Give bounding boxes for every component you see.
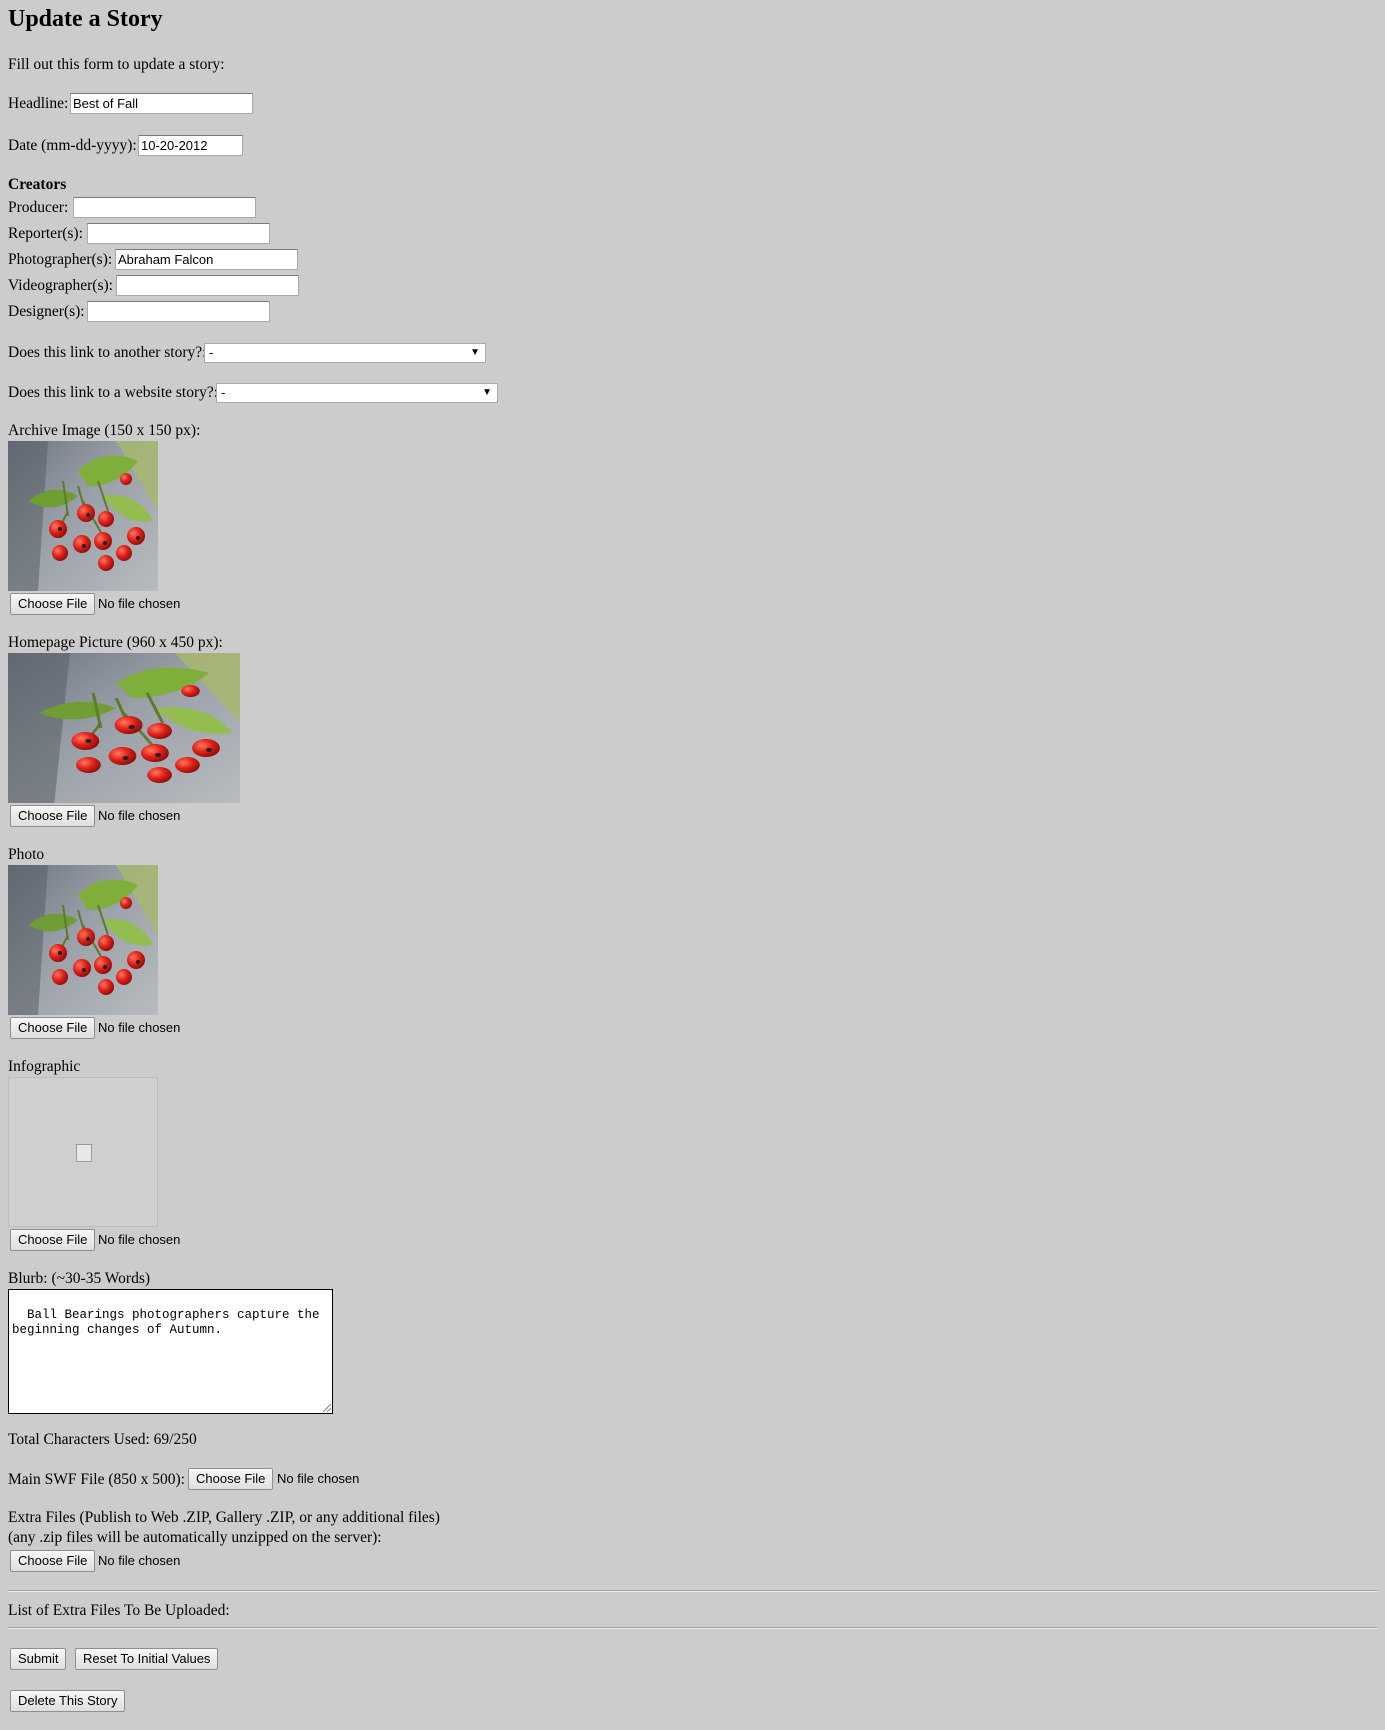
archive-image-preview: [8, 441, 158, 591]
main-swf-label: Main SWF File (850 x 500):: [8, 1471, 185, 1488]
producer-label: Producer:: [8, 199, 69, 216]
homepage-picture-preview: [8, 653, 240, 803]
designers-input[interactable]: [87, 301, 270, 322]
homepage-choose-file-button[interactable]: Choose File: [10, 805, 96, 827]
producer-input[interactable]: [73, 197, 256, 218]
photo-preview: [8, 865, 158, 1015]
swf-choose-file-button[interactable]: Choose File: [188, 1468, 274, 1490]
resize-grip-icon[interactable]: [323, 1404, 331, 1412]
blurb-textarea[interactable]: Ball Bearings photographers capture the …: [8, 1289, 333, 1414]
divider: [8, 1590, 1377, 1592]
photo-file-status: No file chosen: [98, 1020, 181, 1035]
designers-label: Designer(s):: [8, 303, 85, 320]
photo-choose-file-button[interactable]: Choose File: [10, 1017, 96, 1039]
photographers-label: Photographer(s):: [8, 251, 113, 268]
infographic-preview: [8, 1077, 158, 1227]
link-another-label: Does this link to another story?:: [8, 344, 207, 361]
chevron-down-icon: ▼: [482, 387, 492, 398]
infographic-choose-file-button[interactable]: Choose File: [10, 1229, 96, 1251]
delete-story-button[interactable]: Delete This Story: [10, 1690, 126, 1712]
infographic-file-status: No file chosen: [98, 1232, 181, 1247]
videographers-input[interactable]: [116, 275, 299, 296]
swf-file-status: No file chosen: [277, 1471, 360, 1486]
homepage-file-status: No file chosen: [98, 808, 181, 823]
extra-file-status: No file chosen: [98, 1553, 181, 1568]
berries-photo-icon: [8, 865, 158, 1015]
videographers-label: Videographer(s):: [8, 277, 113, 294]
extra-list-label: List of Extra Files To Be Uploaded:: [8, 1602, 230, 1619]
archive-image-label: Archive Image (150 x 150 px):: [8, 422, 201, 439]
submit-button[interactable]: Submit: [10, 1648, 67, 1670]
photographers-input[interactable]: Abraham Falcon: [115, 249, 298, 270]
extra-files-label-line2: (any .zip files will be automatically un…: [8, 1529, 382, 1546]
link-another-select[interactable]: - ▼: [204, 343, 486, 363]
chevron-down-icon: ▼: [470, 347, 480, 358]
archive-choose-file-button[interactable]: Choose File: [10, 593, 96, 615]
page-title: Update a Story: [8, 6, 163, 32]
creators-heading: Creators: [8, 176, 67, 193]
char-count-text: Total Characters Used: 69/250: [8, 1431, 197, 1448]
archive-file-status: No file chosen: [98, 596, 181, 611]
date-input[interactable]: 10-20-2012: [138, 135, 243, 156]
reporters-label: Reporter(s):: [8, 225, 83, 242]
link-website-selected: -: [221, 385, 226, 400]
extra-choose-file-button[interactable]: Choose File: [10, 1550, 96, 1572]
date-label: Date (mm-dd-yyyy):: [8, 137, 137, 154]
link-another-selected: -: [209, 345, 214, 360]
reset-button[interactable]: Reset To Initial Values: [75, 1648, 219, 1670]
headline-label: Headline:: [8, 95, 69, 112]
infographic-label: Infographic: [8, 1058, 81, 1075]
intro-text: Fill out this form to update a story:: [8, 56, 225, 73]
extra-files-label-line1: Extra Files (Publish to Web .ZIP, Galler…: [8, 1509, 440, 1526]
berries-photo-icon: [8, 441, 158, 591]
broken-image-icon: [76, 1144, 92, 1162]
link-website-label: Does this link to a website story?:: [8, 384, 219, 401]
divider: [8, 1627, 1377, 1629]
blurb-text: Ball Bearings photographers capture the …: [12, 1308, 328, 1337]
blurb-label: Blurb: (~30-35 Words): [8, 1270, 151, 1287]
reporters-input[interactable]: [87, 223, 270, 244]
berries-photo-icon: [8, 653, 240, 803]
homepage-picture-label: Homepage Picture (960 x 450 px):: [8, 634, 223, 651]
photo-label: Photo: [8, 846, 45, 863]
link-website-select[interactable]: - ▼: [216, 383, 498, 403]
headline-input[interactable]: Best of Fall: [70, 93, 253, 114]
